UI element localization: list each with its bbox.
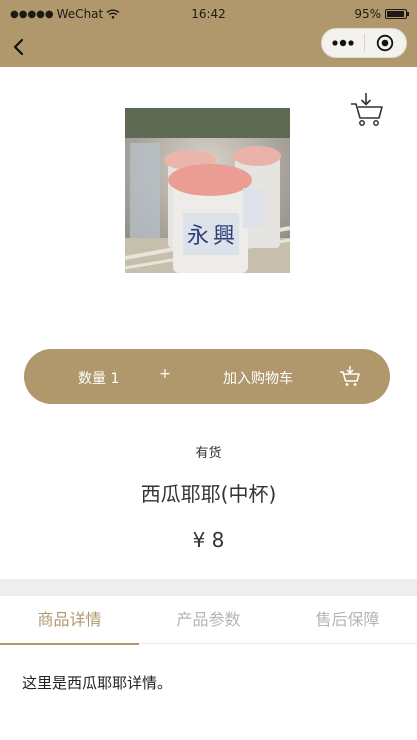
product-name: 西瓜耶耶(中杯) <box>140 482 277 506</box>
increase-quantity-button[interactable]: + <box>158 366 172 382</box>
detail-content: 这里是西瓜耶耶详情。 <box>22 674 173 692</box>
purchase-bar: 数量 1 + 加入购物车 <box>24 349 390 404</box>
chevron-left-icon <box>13 38 24 56</box>
cart-download-icon <box>351 93 383 126</box>
more-button[interactable] <box>322 28 364 58</box>
tab-product-parameters[interactable]: 产品参数 <box>139 596 278 644</box>
product-price: ¥ 8 <box>192 528 225 552</box>
battery-fill <box>387 11 404 17</box>
svg-text:永: 永 <box>187 224 209 249</box>
more-dots-icon <box>332 39 354 47</box>
cart-icon[interactable] <box>338 364 362 388</box>
tab-after-sales[interactable]: 售后保障 <box>278 596 417 644</box>
product-photo: 永 興 <box>125 108 290 273</box>
section-divider <box>0 579 417 596</box>
battery-status: 95% <box>354 7 409 21</box>
quantity-label: 数量 1 <box>78 371 120 387</box>
battery-percent: 95% <box>354 7 381 21</box>
tab-product-details[interactable]: 商品详情 <box>0 596 139 645</box>
svg-text:興: 興 <box>213 224 235 249</box>
cart-button[interactable] <box>349 90 389 130</box>
battery-icon <box>385 9 409 19</box>
add-to-cart-button[interactable]: 加入购物车 <box>223 368 293 388</box>
stock-status: 有货 <box>195 446 222 461</box>
status-bar: ●●●●● WeChat 16:42 95% <box>0 0 417 28</box>
target-close-icon <box>377 34 394 52</box>
detail-tabs: 商品详情 产品参数 售后保障 <box>0 596 417 645</box>
product-image: 永 興 <box>125 108 290 273</box>
mini-program-capsule <box>321 28 407 58</box>
close-button[interactable] <box>364 28 406 58</box>
back-button[interactable] <box>6 34 34 62</box>
nav-bar <box>0 28 417 67</box>
